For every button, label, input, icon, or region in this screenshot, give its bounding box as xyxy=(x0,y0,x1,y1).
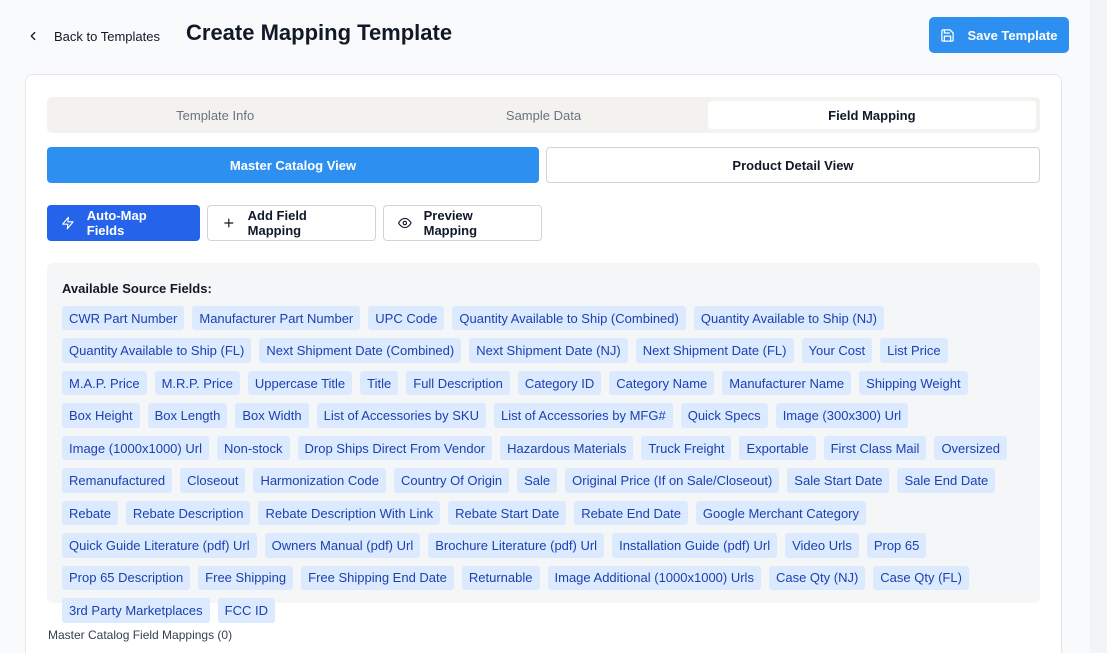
source-field-chip[interactable]: M.R.P. Price xyxy=(154,370,240,396)
tab-bar: Template Info Sample Data Field Mapping xyxy=(47,97,1040,133)
source-field-chip[interactable]: Harmonization Code xyxy=(253,468,386,493)
tab-field-mapping[interactable]: Field Mapping xyxy=(707,101,1036,129)
source-field-chip[interactable]: Quantity Available to Ship (Combined) xyxy=(452,306,686,331)
source-field-chip[interactable]: Rebate Description xyxy=(125,500,251,526)
source-field-chip[interactable]: Image (300x300) Url xyxy=(775,403,909,428)
source-field-chip[interactable]: Title xyxy=(360,370,399,396)
source-field-chip[interactable]: List of Accessories by SKU xyxy=(316,403,486,428)
source-field-chip[interactable]: Prop 65 Description xyxy=(62,565,191,591)
source-field-chip[interactable]: Truck Freight xyxy=(641,435,732,461)
source-field-chip[interactable]: Shipping Weight xyxy=(859,370,968,396)
preview-mapping-button[interactable]: Preview Mapping xyxy=(383,205,542,241)
source-field-chip[interactable]: Manufacturer Name xyxy=(722,370,852,396)
save-template-button[interactable]: Save Template xyxy=(929,17,1069,53)
field-mappings-heading: Master Catalog Field Mappings (0) xyxy=(48,628,233,642)
source-field-chip[interactable]: Installation Guide (pdf) Url xyxy=(612,533,778,558)
tab-template-info[interactable]: Template Info xyxy=(51,101,379,129)
source-field-chip[interactable]: Prop 65 xyxy=(866,533,927,558)
chevron-left-icon xyxy=(30,31,36,41)
source-fields-title: Available Source Fields: xyxy=(62,281,212,296)
source-field-chip[interactable]: Manufacturer Part Number xyxy=(192,306,361,331)
source-field-chip[interactable]: Closeout xyxy=(180,468,246,493)
page-header: Back to Templates Create Mapping Templat… xyxy=(0,0,1090,70)
source-field-chip[interactable]: Box Length xyxy=(147,403,228,428)
eye-icon xyxy=(398,217,412,229)
source-field-chip[interactable]: List of Accessories by MFG# xyxy=(493,403,673,428)
add-mapping-label: Add Field Mapping xyxy=(247,208,307,238)
source-field-chip[interactable]: Your Cost xyxy=(801,338,873,363)
source-field-chip[interactable]: Country Of Origin xyxy=(393,468,510,493)
source-field-chip[interactable]: Quick Specs xyxy=(680,403,768,428)
source-field-chip[interactable]: Quantity Available to Ship (NJ) xyxy=(693,306,884,331)
source-field-chip[interactable]: Drop Ships Direct From Vendor xyxy=(297,435,493,461)
source-field-chip[interactable]: Free Shipping xyxy=(198,565,294,591)
source-field-chip[interactable]: Hazardous Materials xyxy=(500,435,634,461)
source-field-chip[interactable]: 3rd Party Marketplaces xyxy=(62,598,210,623)
source-field-chip[interactable]: Rebate xyxy=(62,500,118,526)
source-field-chip[interactable]: Image (1000x1000) Url xyxy=(62,435,209,461)
auto-map-label: Auto-Map Fields xyxy=(86,208,147,238)
source-field-chip[interactable]: Sale xyxy=(517,468,558,493)
source-field-chip[interactable]: Next Shipment Date (FL) xyxy=(635,338,794,363)
view-toggle: Master Catalog View Product Detail View xyxy=(47,147,1040,183)
source-field-chip[interactable]: Google Merchant Category xyxy=(695,500,867,526)
master-catalog-view-button[interactable]: Master Catalog View xyxy=(47,147,539,183)
tab-sample-data[interactable]: Sample Data xyxy=(379,101,707,129)
source-field-chip[interactable]: Box Height xyxy=(62,403,140,428)
save-icon xyxy=(941,28,955,42)
source-field-chip[interactable]: Next Shipment Date (NJ) xyxy=(469,338,628,363)
source-field-chip[interactable]: Original Price (If on Sale/Closeout) xyxy=(565,468,780,493)
product-detail-view-button[interactable]: Product Detail View xyxy=(546,147,1040,183)
source-field-chip[interactable]: Remanufactured xyxy=(62,468,173,493)
source-field-chip[interactable]: Case Qty (FL) xyxy=(873,565,969,591)
source-field-chip[interactable]: CWR Part Number xyxy=(62,306,185,331)
source-field-chip[interactable]: FCC ID xyxy=(217,598,276,623)
auto-map-fields-button[interactable]: Auto-Map Fields xyxy=(47,205,200,241)
source-field-chip[interactable]: Video Urls xyxy=(785,533,859,558)
page-title: Create Mapping Template xyxy=(186,20,453,45)
source-field-chip[interactable]: Rebate Description With Link xyxy=(258,500,441,526)
save-label: Save Template xyxy=(967,27,1058,43)
back-to-templates-link[interactable]: Back to Templates xyxy=(26,26,160,46)
scrollbar[interactable] xyxy=(1090,0,1107,653)
source-field-chip[interactable]: Next Shipment Date (Combined) xyxy=(259,338,462,363)
source-field-chip[interactable]: Category Name xyxy=(609,370,715,396)
add-field-mapping-button[interactable]: Add Field Mapping xyxy=(207,205,376,241)
source-field-chip[interactable]: Returnable xyxy=(461,565,540,591)
source-field-chip[interactable]: Owners Manual (pdf) Url xyxy=(264,533,421,558)
plus-icon xyxy=(224,218,234,228)
source-field-chip[interactable]: M.A.P. Price xyxy=(62,370,147,396)
source-field-chip[interactable]: Image Additional (1000x1000) Urls xyxy=(547,565,761,591)
mapping-actions: Auto-Map Fields Add Field Mapping Previe… xyxy=(47,205,542,241)
source-field-chip[interactable]: Quick Guide Literature (pdf) Url xyxy=(62,533,257,558)
source-field-chip[interactable]: Category ID xyxy=(517,370,602,396)
source-field-chip[interactable]: Oversized xyxy=(934,435,1007,461)
source-field-chip[interactable]: Sale End Date xyxy=(897,468,996,493)
source-field-chip[interactable]: Box Width xyxy=(235,403,309,428)
available-source-fields-panel: Available Source Fields: CWR Part Number… xyxy=(47,263,1040,623)
source-field-chip[interactable]: Sale Start Date xyxy=(787,468,890,493)
source-field-chip[interactable]: Uppercase Title xyxy=(247,370,353,396)
source-field-chip[interactable]: Quantity Available to Ship (FL) xyxy=(62,338,252,363)
source-field-chip[interactable]: First Class Mail xyxy=(823,435,927,461)
source-field-chip[interactable]: Free Shipping End Date xyxy=(301,565,454,591)
source-field-chip[interactable]: List Price xyxy=(880,338,948,363)
source-field-chip[interactable]: Exportable xyxy=(739,435,816,461)
source-field-chip[interactable]: UPC Code xyxy=(368,306,445,331)
back-label: Back to Templates xyxy=(54,28,160,44)
source-field-chip[interactable]: Non-stock xyxy=(216,435,290,461)
lightning-icon xyxy=(62,216,74,230)
source-field-list: CWR Part Number Manufacturer Part Number U… xyxy=(62,306,1032,623)
source-field-chip[interactable]: Full Description xyxy=(406,370,510,396)
source-field-chip[interactable]: Rebate Start Date xyxy=(448,500,567,526)
preview-label: Preview Mapping xyxy=(423,208,478,238)
source-field-chip[interactable]: Case Qty (NJ) xyxy=(768,565,866,591)
source-field-chip[interactable]: Rebate End Date xyxy=(574,500,688,526)
mapping-card: Template Info Sample Data Field Mapping … xyxy=(25,74,1062,653)
source-field-chip[interactable]: Brochure Literature (pdf) Url xyxy=(428,533,605,558)
